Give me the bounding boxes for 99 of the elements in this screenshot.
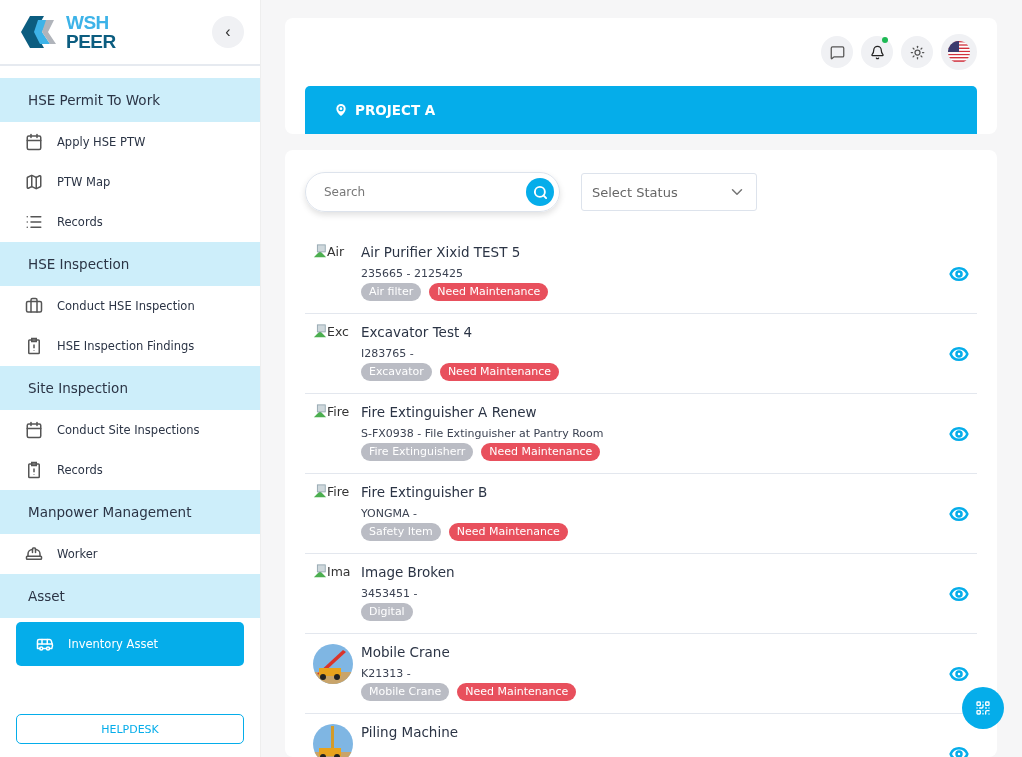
image-alt-text: Air — [327, 244, 345, 260]
eye-icon — [949, 504, 969, 524]
sidebar-item-label: Inventory Asset — [68, 637, 159, 651]
bell-icon — [869, 44, 885, 60]
asset-row[interactable]: Mobile Crane K21313 - Mobile Crane Need Maintenance — [305, 634, 977, 714]
asset-code: K21313 - — [361, 667, 412, 681]
view-button[interactable] — [949, 344, 969, 364]
status-tag: Need Maintenance — [439, 363, 559, 381]
sidebar-item-label: Worker — [57, 547, 98, 561]
eye-icon — [949, 424, 969, 444]
section-header: Manpower Management — [0, 490, 260, 534]
asset-code: S-FX0938 - File Extinguisher at Pantry Room — [361, 427, 605, 441]
status-tag: Need Maintenance — [457, 683, 577, 701]
calendar-icon — [25, 133, 43, 151]
briefcase-icon — [25, 297, 43, 315]
asset-code: 235665 - 2125425 — [361, 267, 464, 281]
image-alt-text: Exc — [327, 324, 349, 340]
broken-image-icon — [313, 404, 327, 418]
location-pin-icon — [333, 102, 349, 118]
sidebar-item[interactable]: Records — [0, 450, 260, 490]
logo-text: WSH — [66, 13, 110, 32]
notification-button[interactable] — [861, 36, 893, 68]
asset-row[interactable]: Fire Fire Extinguisher A Renew S-FX0938 - File Extinguisher at Pantry Room Fire Extinguisherr Need Maintenance — [305, 394, 977, 474]
category-tag: Safety Item — [361, 523, 441, 541]
asset-row[interactable]: Fire Fire Extinguisher B YONGMA - Safety Item Need Maintenance — [305, 474, 977, 554]
qr-code-icon — [975, 700, 991, 716]
sidebar-item-label: Conduct Site Inspections — [57, 423, 200, 437]
project-name: PROJECT A — [355, 102, 436, 118]
logo-text: PEER — [66, 32, 116, 51]
broken-image-icon — [313, 324, 327, 338]
asset-row[interactable]: Exc Excavator Test 4 I283765 - Excavator Need Maintenance — [305, 314, 977, 394]
section-header: Site Inspection — [0, 366, 260, 410]
asset-name: Air Purifier Xixid TEST 5 — [361, 244, 522, 261]
broken-image-icon — [313, 484, 327, 498]
status-tag: Need Maintenance — [481, 443, 601, 461]
theme-button[interactable] — [901, 36, 933, 68]
view-button[interactable] — [949, 504, 969, 524]
view-button[interactable] — [949, 584, 969, 604]
sidebar-item-label: Records — [57, 215, 103, 229]
sidebar-item-label: Apply HSE PTW — [57, 135, 146, 149]
sidebar-item[interactable]: Conduct HSE Inspection — [0, 286, 260, 326]
search-icon — [532, 184, 548, 200]
sidebar-item[interactable]: Conduct Site Inspections — [0, 410, 260, 450]
clipboard-alert-icon — [25, 337, 43, 355]
list-icon — [25, 213, 43, 231]
sidebar-item[interactable]: HSE Inspection Findings — [0, 326, 260, 366]
asset-name: Image Broken — [361, 564, 456, 581]
status-tag: Need Maintenance — [448, 523, 568, 541]
eye-icon — [949, 264, 969, 284]
asset-code: I283765 - — [361, 347, 415, 361]
sidebar-item[interactable]: Worker — [0, 534, 260, 574]
asset-name: Fire Extinguisher B — [361, 484, 489, 501]
asset-name: Mobile Crane — [361, 644, 451, 661]
image-alt-text: Fire — [327, 484, 350, 500]
sidebar-item-label: PTW Map — [57, 175, 111, 189]
chat-button[interactable] — [821, 36, 853, 68]
search-button[interactable] — [526, 178, 554, 206]
asset-name: Fire Extinguisher A Renew — [361, 404, 538, 421]
hard-hat-icon — [25, 545, 43, 563]
language-button[interactable] — [941, 34, 977, 70]
asset-row[interactable]: Ima Image Broken 3453451 - Digital — [305, 554, 977, 634]
asset-code: YONGMA - — [361, 507, 418, 521]
asset-name: Excavator Test 4 — [361, 324, 474, 341]
asset-name: Piling Machine — [361, 724, 460, 741]
status-select[interactable]: Select Status — [581, 173, 757, 211]
section-header: HSE Inspection — [0, 242, 260, 286]
sun-icon — [909, 44, 925, 60]
broken-image-icon — [313, 564, 327, 578]
image-alt-text: Fire — [327, 404, 350, 420]
sidebar-item[interactable]: Records — [0, 202, 260, 242]
eye-icon — [949, 344, 969, 364]
section-header: Asset — [0, 574, 260, 618]
category-tag: Air filter — [361, 283, 422, 301]
asset-row[interactable]: Air Air Purifier Xixid TEST 5 235665 - 2125425 Air filter Need Maintenance — [305, 234, 977, 314]
image-alt-text: Ima — [327, 564, 351, 580]
eye-icon — [949, 664, 969, 684]
broken-image-icon — [313, 244, 327, 258]
status-tag: Need Maintenance — [429, 283, 549, 301]
collapse-button[interactable]: ‹ — [212, 16, 244, 48]
calendar-icon — [25, 421, 43, 439]
category-tag: Digital — [361, 603, 413, 621]
eye-icon — [949, 584, 969, 604]
sidebar-item-label: HSE Inspection Findings — [57, 339, 195, 353]
sidebar-item[interactable]: PTW Map — [0, 162, 260, 202]
clipboard-alert-icon — [25, 461, 43, 479]
chat-icon — [829, 44, 845, 60]
category-tag: Mobile Crane — [361, 683, 450, 701]
view-button[interactable] — [949, 664, 969, 684]
sidebar-item-label: Records — [57, 463, 103, 477]
sidebar-item-label: Conduct HSE Inspection — [57, 299, 195, 313]
view-button[interactable] — [949, 424, 969, 444]
sidebar-item[interactable]: Apply HSE PTW — [0, 122, 260, 162]
view-button[interactable] — [949, 264, 969, 284]
flag-icon — [948, 41, 970, 63]
category-tag: Excavator — [361, 363, 432, 381]
section-header: HSE Permit To Work — [0, 78, 260, 122]
asset-code: 3453451 - — [361, 587, 419, 601]
map-icon — [25, 173, 43, 191]
category-tag: Fire Extinguisherr — [361, 443, 474, 461]
